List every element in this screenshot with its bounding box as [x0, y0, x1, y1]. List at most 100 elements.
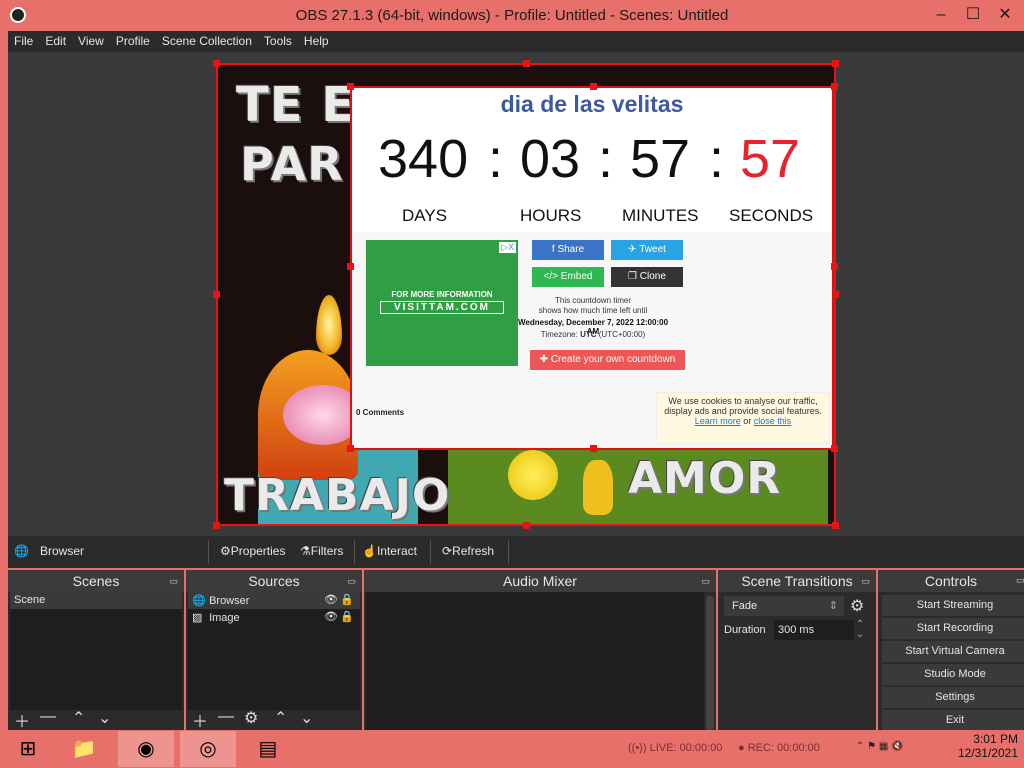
system-tray[interactable]: ⌃ ⚑ ▦ 🔇 [856, 741, 904, 752]
timezone-info: Timezone: UTC (UTC+00:00) [518, 330, 668, 339]
scenes-footer: ＋ — ⌃ ⌄ [8, 708, 184, 732]
visibility-eye-icon[interactable]: 👁 [324, 593, 338, 606]
clock[interactable]: 3:01 PM 12/31/2021 [958, 732, 1018, 760]
sources-list[interactable]: 🌐 Browser 👁 🔒 ▨ Image 👁 🔒 [188, 592, 360, 710]
share-label: Share [557, 244, 585, 255]
float-icon[interactable]: ▭ [169, 576, 178, 587]
cookie-text: We use cookies to analyse our traffic, d… [664, 396, 822, 416]
float-icon[interactable]: ▭ [1016, 575, 1024, 586]
scenes-dock: Scenes ▭ Scene ＋ — ⌃ ⌄ [8, 570, 184, 732]
source-label: Image [209, 612, 240, 624]
interact-button[interactable]: ☝Interact [362, 544, 417, 558]
resize-handle[interactable] [347, 83, 354, 90]
browser-source-countdown[interactable]: dia de las velitas 340 : 03 : 57 : 57 DA… [350, 86, 834, 450]
gear-icon[interactable]: ⚙ [244, 708, 258, 728]
scrollbar[interactable] [706, 596, 714, 730]
visibility-eye-icon[interactable]: 👁 [324, 610, 338, 623]
start-streaming-button[interactable]: Start Streaming [882, 595, 1024, 616]
menu-help[interactable]: Help [298, 31, 335, 51]
refresh-button[interactable]: ⟳Refresh [442, 544, 494, 558]
lock-icon[interactable]: 🔒 [340, 610, 354, 623]
menu-profile[interactable]: Profile [110, 31, 156, 51]
clock-time: 3:01 PM [973, 732, 1018, 746]
rec-status: ● REC: 00:00:00 [738, 742, 820, 754]
create-label: Create your own countdown [550, 354, 676, 365]
resize-handle[interactable] [831, 263, 838, 270]
chrome-icon[interactable]: ◉ [118, 731, 174, 767]
float-icon[interactable]: ▭ [701, 576, 710, 587]
clone-button[interactable]: ❐ Clone [611, 267, 683, 287]
resize-handle[interactable] [347, 445, 354, 452]
resize-handle[interactable] [590, 83, 597, 90]
tweet-button[interactable]: ✈ Tweet [611, 240, 683, 260]
properties-button[interactable]: ⚙Properties [220, 544, 285, 558]
filters-button[interactable]: ⚗Filters [300, 544, 343, 558]
resize-handle[interactable] [523, 522, 530, 529]
menu-bar: File Edit View Profile Scene Collection Tools… [8, 31, 1024, 52]
menu-scene-collection[interactable]: Scene Collection [156, 31, 258, 51]
source-item[interactable]: ▨ Image 👁 🔒 [188, 609, 360, 626]
move-up-icon[interactable]: ⌃ [72, 708, 85, 728]
network-icon: ▦ [878, 741, 889, 752]
move-up-icon[interactable]: ⌃ [274, 708, 287, 728]
menu-view[interactable]: View [72, 31, 110, 51]
windows-start-icon[interactable]: ⊞ [0, 731, 56, 767]
add-icon[interactable]: ＋ [192, 708, 208, 732]
settings-button[interactable]: Settings [882, 687, 1024, 708]
menu-file[interactable]: File [8, 31, 39, 51]
start-virtual-camera-button[interactable]: Start Virtual Camera [882, 641, 1024, 662]
resize-handle[interactable] [213, 291, 220, 298]
comments-count[interactable]: 0 Comments [356, 408, 404, 417]
transitions-title: Scene Transitions [718, 570, 876, 592]
file-explorer-icon[interactable]: 📁 [56, 731, 112, 767]
resize-handle[interactable] [523, 60, 530, 67]
resize-handle[interactable] [832, 522, 839, 529]
resize-handle[interactable] [831, 445, 838, 452]
maximize-button[interactable]: ☐ [958, 4, 988, 26]
create-countdown-button[interactable]: ✚ Create your own countdown [530, 350, 685, 370]
gear-icon[interactable]: ⚙ [850, 596, 864, 616]
duration-input[interactable]: 300 ms [774, 620, 854, 640]
start-recording-button[interactable]: Start Recording [882, 618, 1024, 639]
resize-handle[interactable] [832, 60, 839, 67]
remove-icon[interactable]: — [40, 708, 56, 726]
scene-item[interactable]: Scene [10, 592, 182, 609]
duration-stepper-icon[interactable]: ⌃ ⌄ [856, 620, 864, 640]
move-down-icon[interactable]: ⌄ [98, 708, 111, 728]
menu-edit[interactable]: Edit [39, 31, 72, 51]
label-minutes: MINUTES [622, 206, 699, 225]
resize-handle[interactable] [831, 83, 838, 90]
advertisement[interactable]: ▷X FOR MORE INFORMATION VISITTAM.COM [366, 240, 518, 366]
float-icon[interactable]: ▭ [347, 576, 356, 587]
share-button[interactable]: f Share [532, 240, 604, 260]
info-line2: shows how much time left until [538, 306, 648, 315]
resize-handle[interactable] [590, 445, 597, 452]
move-down-icon[interactable]: ⌄ [300, 708, 313, 728]
obs-icon[interactable]: ◎ [180, 731, 236, 767]
resize-handle[interactable] [347, 263, 354, 270]
divider [508, 540, 509, 564]
ad-close-icon[interactable]: ▷X [499, 242, 516, 253]
studio-mode-button[interactable]: Studio Mode [882, 664, 1024, 685]
app-icon[interactable]: ▤ [240, 731, 296, 767]
menu-tools[interactable]: Tools [258, 31, 298, 51]
float-icon[interactable]: ▭ [861, 576, 870, 587]
transition-select[interactable]: Fade ⇕ [724, 596, 844, 616]
window-title: OBS 27.1.3 (64-bit, windows) - Profile: … [295, 7, 729, 24]
scene-transitions-dock: Scene Transitions ▭ Fade ⇕ ⚙ Duration 30… [718, 570, 876, 730]
sources-footer: ＋ — ⚙ ⌃ ⌄ [186, 708, 362, 732]
resize-handle[interactable] [213, 522, 220, 529]
add-icon[interactable]: ＋ [14, 708, 30, 732]
minimize-button[interactable]: – [926, 4, 956, 26]
remove-icon[interactable]: — [218, 708, 234, 726]
embed-button[interactable]: </> Embed [532, 267, 604, 287]
source-item[interactable]: 🌐 Browser 👁 🔒 [188, 592, 360, 609]
audio-mixer-dock: Audio Mixer ▭ [364, 570, 716, 730]
close-cookie-link[interactable]: close this [754, 416, 792, 426]
learn-more-link[interactable]: Learn more [695, 416, 741, 426]
resize-handle[interactable] [213, 60, 220, 67]
scenes-list[interactable]: Scene [10, 592, 182, 710]
lock-icon[interactable]: 🔒 [340, 593, 354, 606]
exit-button[interactable]: Exit [882, 710, 1024, 730]
close-button[interactable]: ✕ [990, 4, 1020, 26]
